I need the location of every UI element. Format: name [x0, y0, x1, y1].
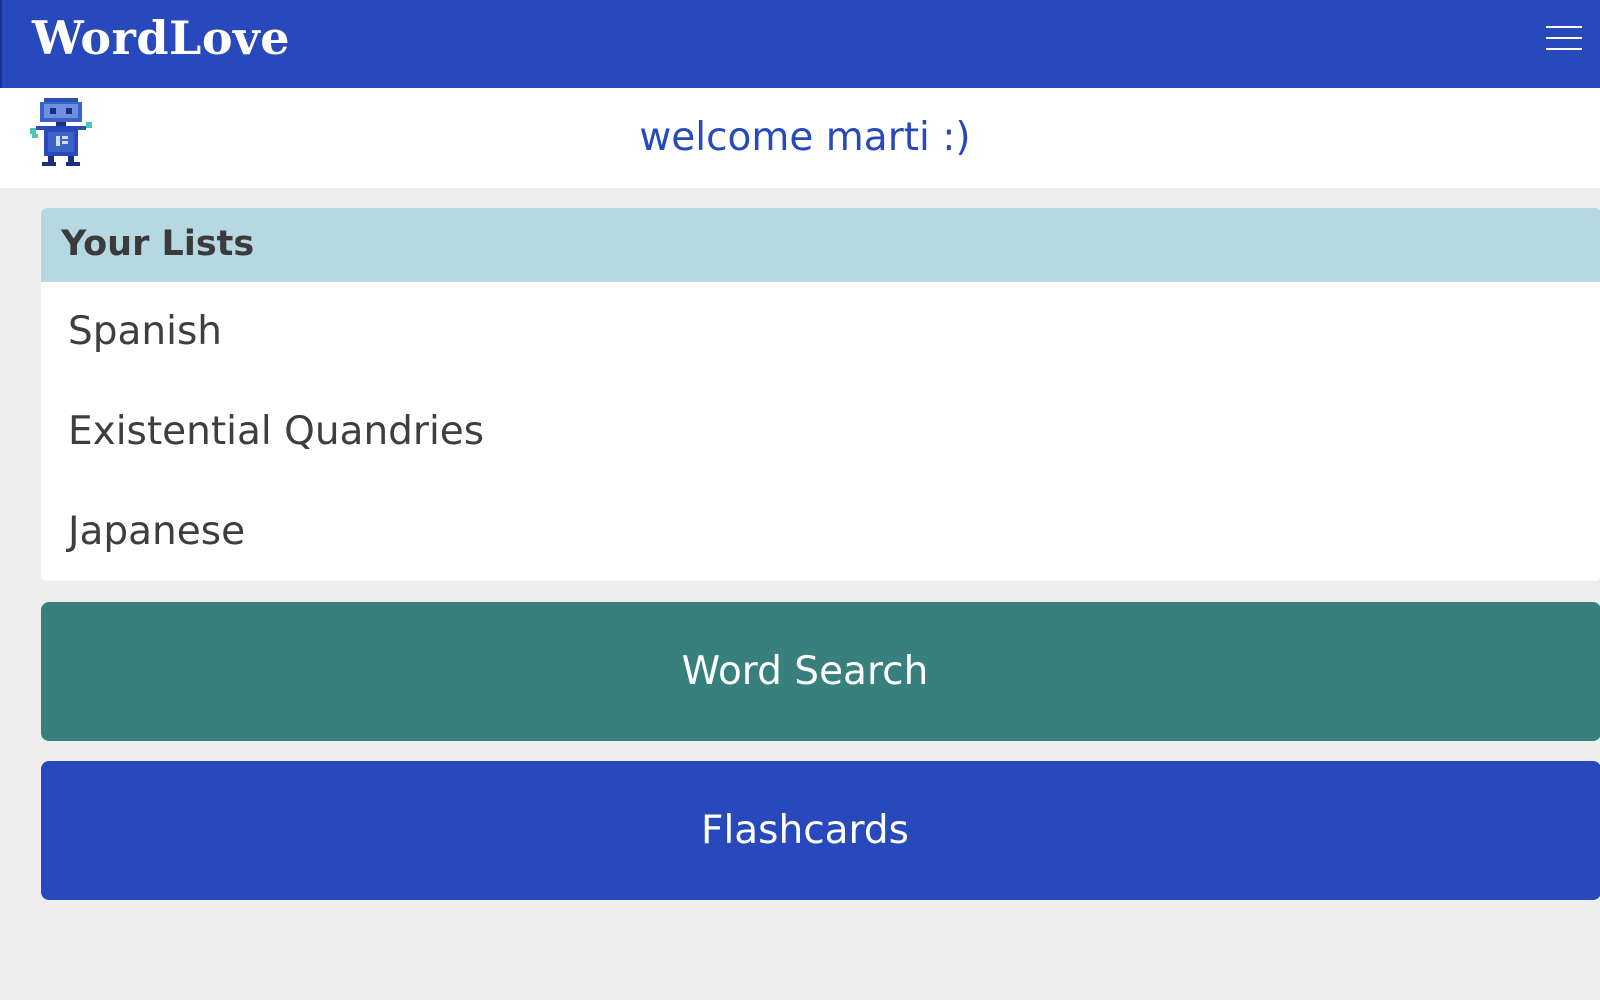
word-search-button[interactable]: Word Search — [41, 602, 1600, 741]
welcome-bar: welcome marti :) — [0, 88, 1600, 188]
hamburger-menu-icon[interactable] — [1542, 22, 1582, 56]
your-lists-panel: Your Lists Spanish Existential Quandries… — [41, 208, 1600, 581]
welcome-message: welcome marti :) — [639, 115, 971, 160]
your-lists-heading: Your Lists — [41, 208, 1600, 282]
flashcards-button[interactable]: Flashcards — [41, 761, 1600, 900]
list-item-japanese[interactable]: Japanese — [41, 482, 1600, 581]
list-item-existential-quandries[interactable]: Existential Quandries — [41, 382, 1600, 482]
top-navbar: WordLove — [0, 0, 1600, 88]
list-item-spanish[interactable]: Spanish — [41, 282, 1600, 382]
brand-logo[interactable]: WordLove — [32, 6, 290, 70]
robot-icon — [30, 98, 92, 166]
